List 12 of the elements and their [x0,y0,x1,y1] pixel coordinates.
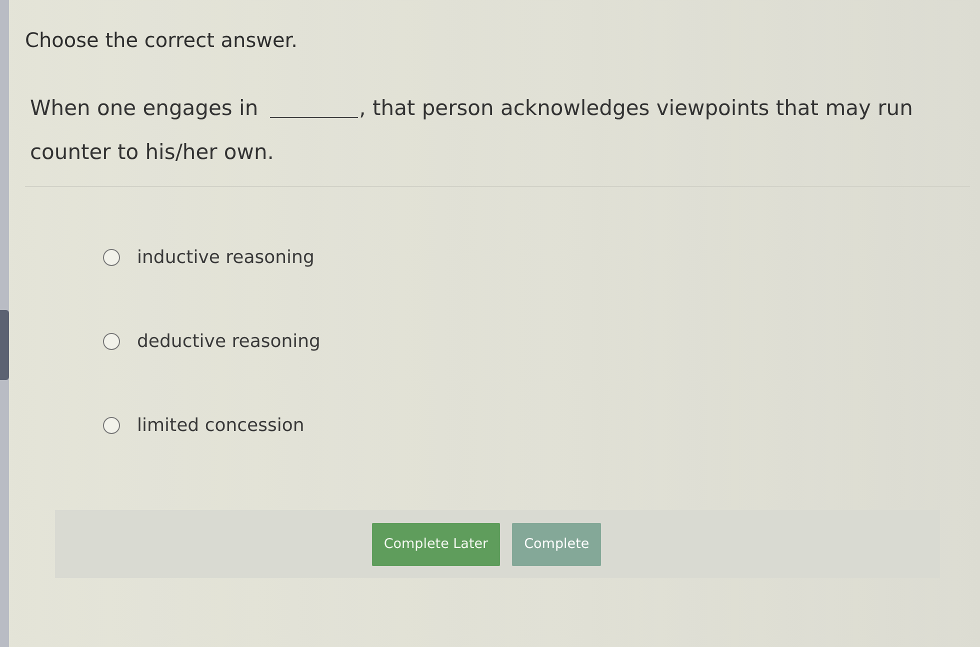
option-label[interactable]: inductive reasoning [137,246,314,268]
question-text: , that person acknowledges viewpoints that may run [359,95,913,122]
instruction-text: Choose the correct answer. [25,27,298,54]
scrollbar-thumb[interactable] [0,310,9,380]
option-label[interactable]: limited concession [137,414,304,436]
option-label[interactable]: deductive reasoning [137,330,320,352]
radio-button[interactable] [103,332,120,350]
scrollbar-track[interactable] [0,0,9,647]
question-text: When one engages in [30,95,258,122]
radio-button[interactable] [103,416,120,434]
radio-button[interactable] [103,248,120,266]
question-text: counter to his/her own. [30,139,274,166]
